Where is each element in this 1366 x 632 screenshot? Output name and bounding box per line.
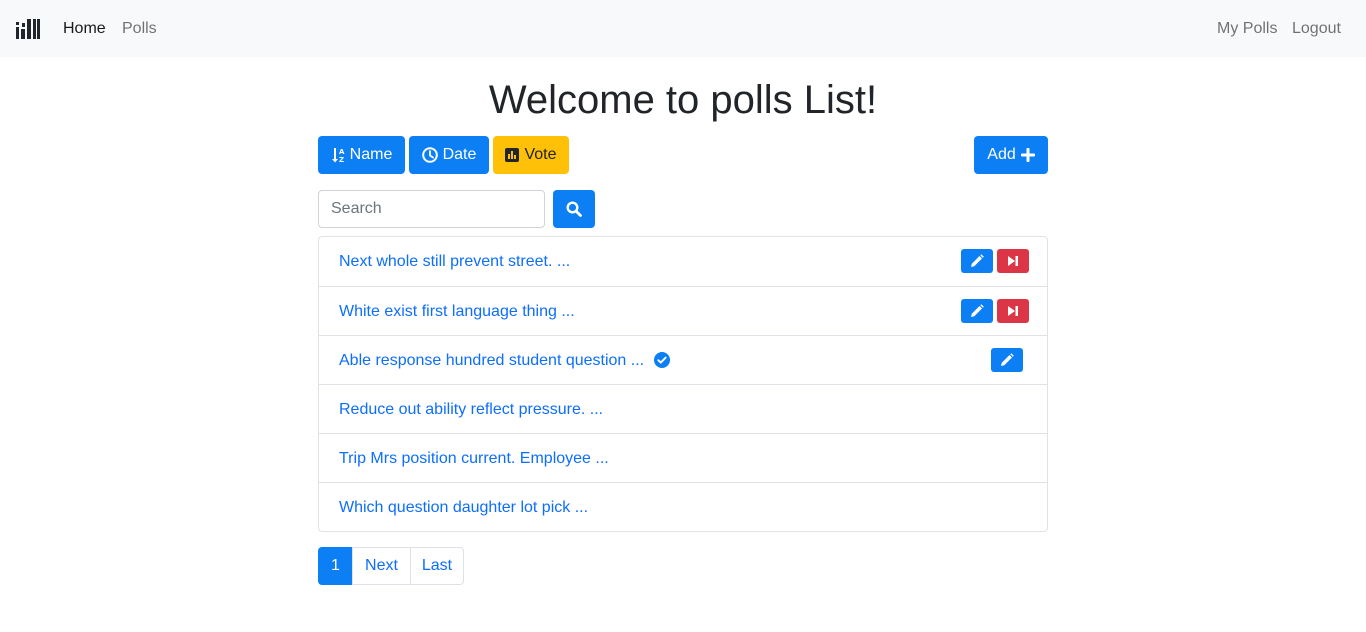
clock-icon [421, 147, 438, 163]
next-page-button[interactable]: Next [352, 547, 411, 585]
svg-text:Z: Z [339, 156, 344, 163]
nav-home[interactable]: Home [63, 19, 106, 39]
sort-by-name-button[interactable]: A Z Name [318, 136, 405, 174]
list-item: White exist first language thing ... [319, 286, 1047, 335]
poll-link[interactable]: Next whole still prevent street. ... [339, 252, 570, 272]
svg-text:A: A [339, 148, 345, 156]
search-icon [566, 201, 582, 217]
end-poll-button[interactable] [997, 249, 1029, 273]
navbar: Home Polls My Polls Logout [0, 0, 1366, 57]
search-button[interactable] [553, 190, 595, 228]
pencil-icon [971, 304, 984, 317]
edit-poll-button[interactable] [961, 249, 993, 273]
nav-polls[interactable]: Polls [122, 19, 157, 39]
nav-my-polls[interactable]: My Polls [1217, 19, 1277, 39]
poll-link[interactable]: Trip Mrs position current. Employee ... [339, 449, 609, 469]
list-item: Next whole still prevent street. ... [319, 237, 1047, 286]
list-item: Trip Mrs position current. Employee ... [319, 433, 1047, 482]
sort-by-vote-button[interactable]: Vote [493, 136, 569, 174]
skip-end-icon [1008, 306, 1018, 316]
pagination: 1 Next Last [318, 547, 464, 585]
end-poll-button[interactable] [997, 299, 1029, 323]
add-label: Add [987, 146, 1016, 163]
sort-alpha-down-icon: A Z [331, 148, 345, 163]
sort-vote-label: Vote [524, 146, 557, 163]
plus-icon [1020, 148, 1035, 162]
search-input[interactable] [318, 190, 545, 228]
poll-link[interactable]: Reduce out ability reflect pressure. ... [339, 400, 603, 420]
edit-poll-button[interactable] [991, 348, 1023, 372]
sort-name-label: Name [349, 146, 393, 163]
sort-by-date-button[interactable]: Date [409, 136, 489, 174]
last-page-button[interactable]: Last [410, 547, 464, 585]
list-item: Able response hundred student question .… [319, 335, 1047, 384]
pencil-icon [1001, 353, 1014, 366]
poll-list: Next whole still prevent street. ... Whi… [318, 236, 1048, 532]
nav-logout[interactable]: Logout [1292, 19, 1341, 39]
poll-logo-icon[interactable] [16, 19, 40, 39]
page-title: Welcome to polls List! [488, 78, 878, 122]
list-item: Reduce out ability reflect pressure. ... [319, 384, 1047, 433]
edit-poll-button[interactable] [961, 299, 993, 323]
bar-chart-icon [505, 148, 520, 162]
sort-date-label: Date [442, 146, 477, 163]
pencil-icon [971, 254, 984, 267]
poll-link[interactable]: Able response hundred student question .… [339, 351, 644, 371]
add-poll-button[interactable]: Add [974, 136, 1048, 174]
poll-link[interactable]: White exist first language thing ... [339, 302, 575, 322]
poll-link[interactable]: Which question daughter lot pick ... [339, 498, 588, 518]
page-1-button[interactable]: 1 [318, 547, 353, 585]
list-item: Which question daughter lot pick ... [319, 482, 1047, 531]
check-circle-icon [654, 352, 670, 368]
skip-end-icon [1008, 256, 1018, 266]
